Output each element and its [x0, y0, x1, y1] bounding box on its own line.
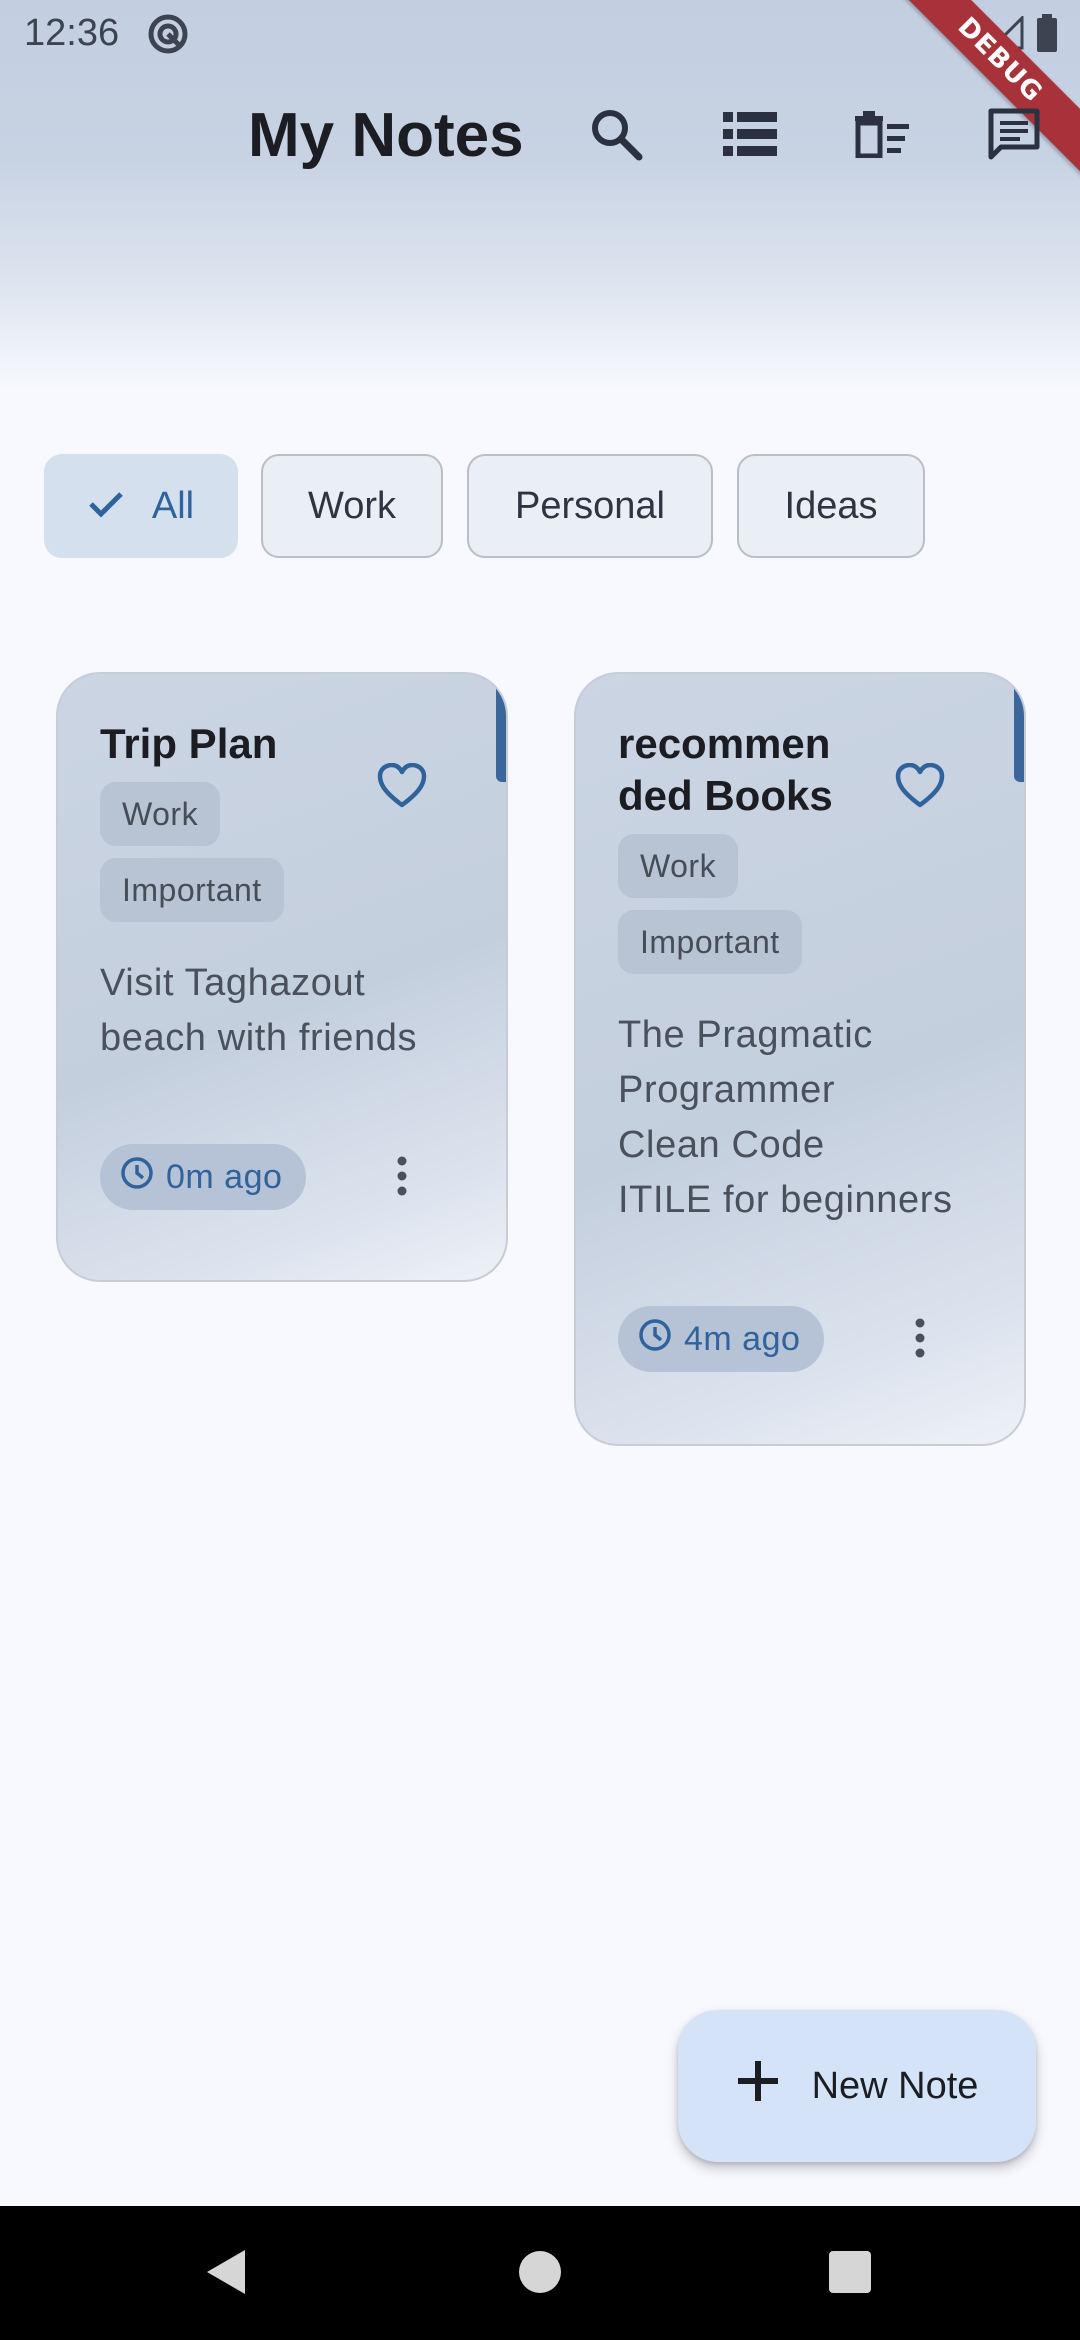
clock-icon — [120, 1156, 154, 1199]
note-title: recommen ded Books — [618, 720, 833, 819]
clock-icon — [638, 1318, 672, 1361]
filter-chip-all[interactable]: All — [44, 454, 238, 558]
note-menu-button[interactable] — [888, 1308, 952, 1372]
chip-label: All — [151, 484, 195, 527]
back-icon — [203, 2247, 249, 2302]
filter-chip-personal[interactable]: Personal — [467, 454, 713, 558]
heart-icon — [895, 762, 945, 814]
search-icon — [589, 107, 643, 166]
delete-sweep-icon — [853, 110, 911, 163]
card-accent-bar — [496, 674, 506, 782]
recents-icon — [828, 2250, 872, 2299]
card-accent-bar — [1014, 674, 1024, 782]
view-list-icon — [723, 111, 777, 161]
view-list-button[interactable] — [718, 104, 782, 168]
chip-label: Personal — [515, 484, 665, 527]
favorite-button[interactable] — [370, 756, 434, 820]
heart-icon — [377, 762, 427, 814]
time-text: 4m ago — [684, 1319, 801, 1358]
filter-chip-ideas[interactable]: Ideas — [737, 454, 925, 558]
more-vert-icon — [396, 1156, 408, 1201]
note-card[interactable]: Trip Plan Work Important Visit Taghazout… — [56, 672, 508, 1282]
tag-chip: Work — [618, 834, 739, 898]
home-icon — [517, 2249, 563, 2300]
status-bar: 12:36 — [0, 0, 1080, 68]
note-body: The Pragmatic Programmer Clean Code ITIL… — [618, 1014, 953, 1221]
time-badge: 0m ago — [100, 1144, 307, 1210]
chat-button[interactable] — [982, 104, 1046, 168]
time-badge: 4m ago — [618, 1306, 825, 1372]
time-text: 0m ago — [166, 1157, 283, 1196]
tag-chip: Important — [100, 858, 284, 922]
delete-sweep-button[interactable] — [850, 104, 914, 168]
chip-label: Work — [308, 484, 396, 527]
status-time: 12:36 — [24, 12, 120, 54]
favorite-button[interactable] — [888, 756, 952, 820]
plus-icon — [736, 2059, 780, 2113]
back-button[interactable] — [194, 2242, 258, 2306]
page-title: My Notes — [248, 101, 524, 170]
search-button[interactable] — [584, 104, 648, 168]
note-card[interactable]: recommen ded Books Work Important The Pr… — [574, 672, 1026, 1446]
chat-icon — [987, 107, 1041, 166]
note-menu-button[interactable] — [370, 1146, 434, 1210]
more-vert-icon — [914, 1318, 926, 1363]
new-note-button[interactable]: New Note — [678, 2010, 1036, 2162]
check-icon — [88, 485, 124, 528]
home-button[interactable] — [508, 2242, 572, 2306]
tag-chip: Important — [618, 910, 802, 974]
fab-label: New Note — [811, 2064, 979, 2107]
note-title: Trip Plan — [100, 720, 278, 767]
note-body: Visit Taghazout beach with friends — [100, 962, 418, 1059]
system-nav-bar — [0, 2206, 1080, 2340]
tag-chip: Work — [100, 782, 221, 846]
battery-icon — [1036, 14, 1058, 57]
recents-button[interactable] — [818, 2242, 882, 2306]
app-notification-icon — [146, 12, 190, 56]
filter-chip-work[interactable]: Work — [261, 454, 443, 558]
chip-label: Ideas — [784, 484, 878, 527]
